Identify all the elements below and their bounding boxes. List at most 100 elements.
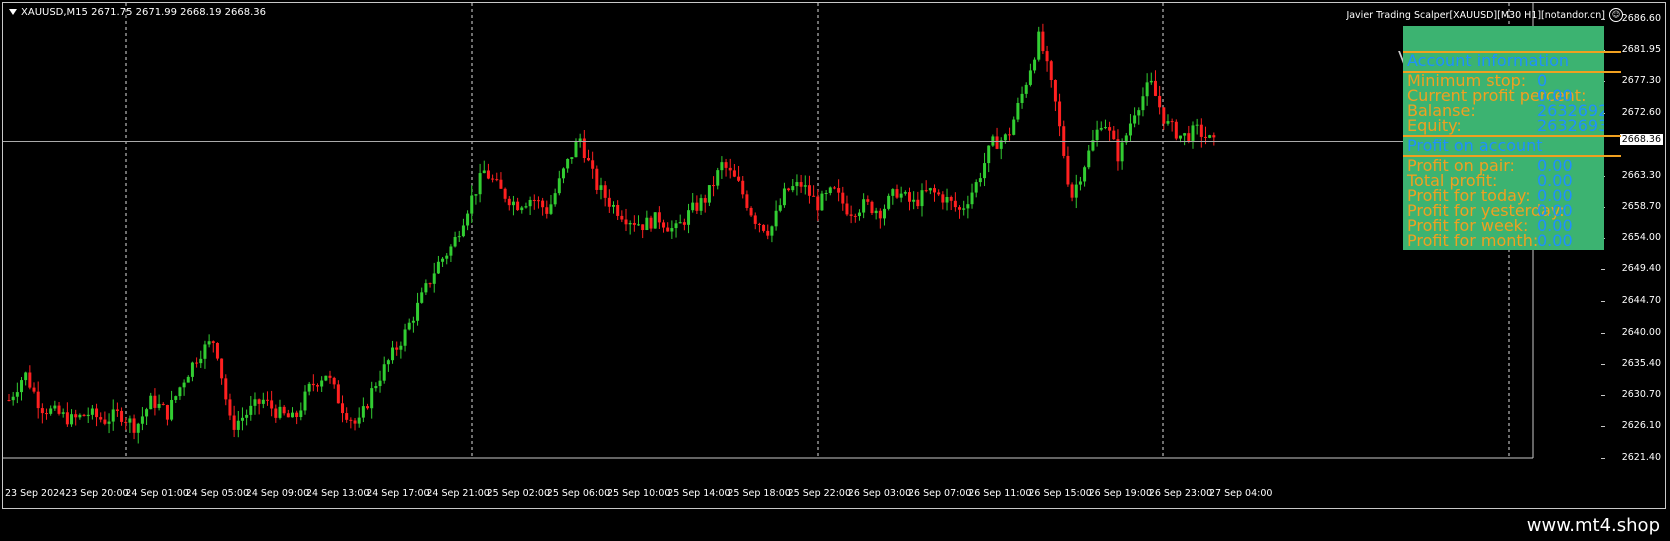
time-tick-label: 25 Sep 02:00 xyxy=(486,488,551,499)
candle-body xyxy=(341,403,345,414)
candle-body xyxy=(486,170,490,179)
candle-body xyxy=(632,223,636,225)
candle-body xyxy=(228,399,232,416)
candle-body xyxy=(778,205,782,211)
candle-body xyxy=(107,421,111,424)
candle-body xyxy=(1112,130,1116,140)
candle-body xyxy=(520,207,524,211)
candle-body xyxy=(845,203,849,215)
time-tick-label: 24 Sep 05:00 xyxy=(185,488,250,499)
candle-body xyxy=(553,193,557,205)
candle-body xyxy=(1178,135,1182,139)
candle-body xyxy=(232,415,236,430)
candle-body xyxy=(1103,127,1107,129)
candle-body xyxy=(149,395,153,410)
candle-body xyxy=(832,187,836,189)
candle-body xyxy=(807,185,811,196)
candle-body xyxy=(399,345,403,350)
current-price-label: 2668.36 xyxy=(1619,134,1663,146)
candle-body xyxy=(691,202,695,211)
candle-body xyxy=(891,189,895,196)
candle-body xyxy=(924,190,928,192)
time-tick-label: 26 Sep 03:00 xyxy=(847,488,912,499)
candle-body xyxy=(620,215,624,220)
candle-body xyxy=(782,188,786,206)
candle-body xyxy=(1108,127,1112,131)
candle-body xyxy=(920,190,924,207)
candle-body xyxy=(1028,70,1032,85)
candle-body xyxy=(1208,135,1212,138)
ea-name-label: Javier Trading Scalper[XAUUSD][M30 H1][n… xyxy=(1346,10,1605,21)
time-tick-label: 25 Sep 06:00 xyxy=(546,488,611,499)
candle-body xyxy=(870,201,874,214)
site-watermark: www.mt4.shop xyxy=(1526,515,1660,536)
candle-body xyxy=(1128,123,1132,136)
price-tick-label: 2640.00 xyxy=(1621,326,1661,338)
candle-body xyxy=(311,383,315,386)
candle-body xyxy=(457,236,461,238)
candle-body xyxy=(682,222,686,225)
candle-body xyxy=(983,163,987,179)
time-tick-label: 26 Sep 15:00 xyxy=(1028,488,1092,499)
candle-body xyxy=(441,258,445,262)
candle-body xyxy=(874,210,878,214)
time-tick-label: 25 Sep 14:00 xyxy=(667,488,731,499)
candle-body xyxy=(657,212,661,223)
chart-menu-triangle-icon[interactable] xyxy=(9,9,17,15)
candle-body xyxy=(378,380,382,387)
price-tick-mark xyxy=(1601,458,1605,459)
candle-body xyxy=(974,182,978,193)
candle-body xyxy=(1170,121,1174,123)
candle-body xyxy=(411,320,415,323)
candle-body xyxy=(937,192,941,195)
time-axis[interactable]: 23 Sep 2024 23 Sep 20:00 24 Sep 01:00 24 Se… xyxy=(3,488,1608,508)
price-tick-label: 2672.60 xyxy=(1621,106,1661,118)
candle-body xyxy=(1187,133,1191,142)
candle-body xyxy=(586,158,590,161)
price-tick-label: 2626.10 xyxy=(1621,420,1661,432)
candle-body xyxy=(799,182,803,187)
price-tick-label: 2681.95 xyxy=(1621,43,1661,55)
price-axis[interactable]: 2686.60 2681.95 2677.30 2672.60 2663.30 2658.… xyxy=(1601,3,1665,510)
candle-body xyxy=(45,413,49,415)
candle-body xyxy=(286,413,290,418)
candle-body xyxy=(65,412,69,425)
candle-body xyxy=(1078,181,1082,185)
candle-body xyxy=(532,199,536,201)
candle-body xyxy=(449,246,453,256)
candle-body xyxy=(707,185,711,203)
candle-body xyxy=(111,409,115,422)
candle-body xyxy=(1191,125,1195,142)
candle-body xyxy=(933,188,937,193)
candle-body xyxy=(737,176,741,181)
candle-body xyxy=(824,192,828,194)
candle-body xyxy=(1149,80,1153,83)
candle-body xyxy=(195,362,199,364)
candle-body xyxy=(128,418,132,423)
candle-body xyxy=(812,195,816,197)
candle-body xyxy=(616,204,620,216)
price-tick-label: 2654.00 xyxy=(1621,232,1661,244)
candle-body xyxy=(361,406,365,418)
candle-body xyxy=(382,364,386,381)
candle-body xyxy=(987,145,991,164)
candle-body xyxy=(157,403,161,408)
candle-body xyxy=(82,414,86,417)
candle-body xyxy=(1037,31,1041,60)
price-tick-label: 2630.70 xyxy=(1621,389,1661,401)
price-tick-mark xyxy=(1601,395,1605,397)
price-tick-label: 2635.40 xyxy=(1621,357,1661,369)
candle-body xyxy=(124,421,128,423)
candle-body xyxy=(165,404,169,420)
candle-body xyxy=(528,199,532,207)
candle-body xyxy=(887,195,891,209)
candle-body xyxy=(958,207,962,210)
candle-body xyxy=(345,413,349,420)
candle-body xyxy=(245,414,249,418)
time-tick-label: 24 Sep 09:00 xyxy=(245,488,310,499)
candle-body xyxy=(841,192,845,204)
candle-body xyxy=(265,399,269,401)
candle-body xyxy=(482,170,486,174)
candle-body xyxy=(120,410,124,422)
price-tick-mark xyxy=(1601,269,1605,271)
